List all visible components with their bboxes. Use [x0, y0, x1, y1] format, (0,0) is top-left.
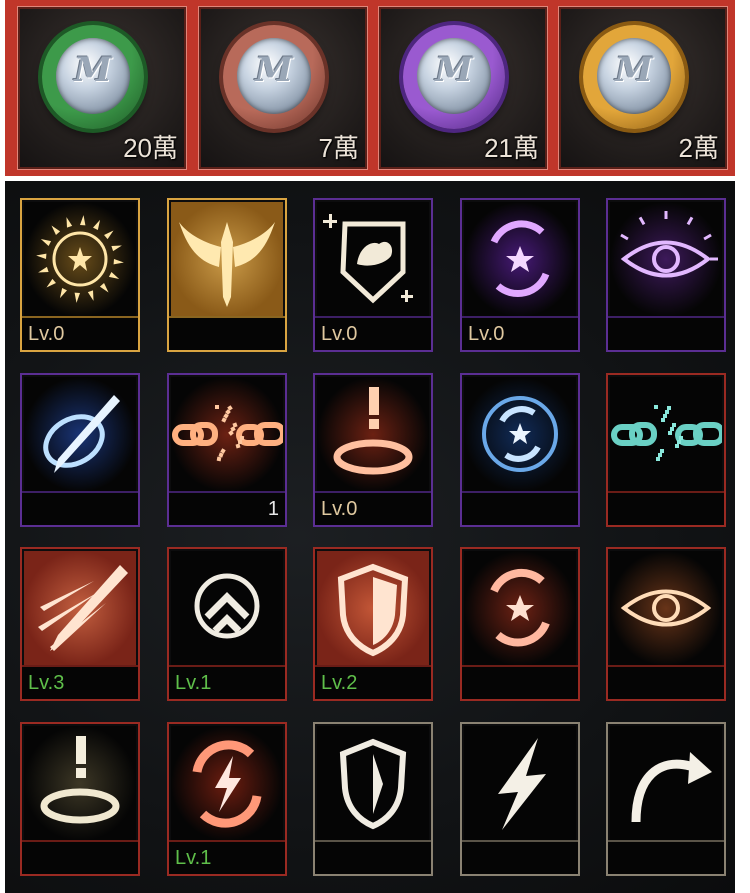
- skill-slot[interactable]: [313, 722, 433, 876]
- skill-slot[interactable]: [460, 547, 580, 701]
- curved-arrow-icon: [610, 726, 722, 841]
- skill-slot[interactable]: [606, 547, 726, 701]
- purple-eye-icon: [610, 202, 722, 317]
- chevron-up-circle-icon: [171, 551, 283, 666]
- currency-amount: 20萬: [123, 133, 178, 163]
- blue-sword-swirl-icon: [24, 377, 136, 492]
- skill-level: Lv.0: [321, 323, 358, 345]
- skill-label-bar: [608, 491, 724, 525]
- skill-slot[interactable]: Lv.1: [167, 547, 287, 701]
- skill-slot[interactable]: [460, 722, 580, 876]
- skill-count: 1: [267, 498, 279, 520]
- skill-level: Lv.2: [321, 672, 358, 694]
- skill-label-bar: Lv.0: [462, 316, 578, 350]
- skill-slot[interactable]: [606, 722, 726, 876]
- skill-label-bar: [169, 316, 285, 350]
- skill-slot[interactable]: Lv.0: [313, 198, 433, 352]
- copper-coin-icon: M: [223, 25, 325, 129]
- white-shield-icon: [317, 726, 429, 841]
- skill-slot[interactable]: [460, 373, 580, 527]
- skill-label-bar: Lv.2: [315, 665, 431, 699]
- skill-panel: Lv.0 Lv.0 Lv.0 1 Lv.0 Lv.3 Lv.1 Lv.2 Lv.1: [5, 181, 735, 893]
- green-coin-icon: M: [42, 25, 144, 129]
- lightning-cycle-icon: [171, 726, 283, 841]
- lightning-bolt-icon: [464, 726, 576, 841]
- blue-star-gear-icon: [464, 377, 576, 492]
- skill-slot[interactable]: Lv.0: [460, 198, 580, 352]
- skill-label-bar: Lv.1: [169, 840, 285, 874]
- currency-slot-copper[interactable]: M 7萬: [198, 6, 368, 170]
- skill-slot[interactable]: Lv.1: [167, 722, 287, 876]
- skill-label-bar: Lv.0: [22, 316, 138, 350]
- broken-chain-teal-icon: [610, 377, 722, 492]
- currency-slot-green[interactable]: M 20萬: [17, 6, 187, 170]
- triple-sword-icon: [24, 551, 136, 666]
- skill-label-bar: [462, 840, 578, 874]
- currency-slot-gold[interactable]: M 2萬: [558, 6, 728, 170]
- skill-slot[interactable]: [167, 198, 287, 352]
- purple-coin-icon: M: [403, 25, 505, 129]
- currency-amount: 2萬: [678, 133, 719, 163]
- skill-level: Lv.0: [321, 498, 358, 520]
- skill-label-bar: [315, 840, 431, 874]
- skill-slot[interactable]: Lv.3: [20, 547, 140, 701]
- purple-star-cycle-icon: [464, 202, 576, 317]
- orange-eye-icon: [610, 551, 722, 666]
- skill-label-bar: 1: [169, 491, 285, 525]
- winged-sword-icon: [171, 202, 283, 317]
- skill-level: Lv.3: [28, 672, 65, 694]
- skill-label-bar: Lv.0: [315, 316, 431, 350]
- skill-label-bar: [608, 840, 724, 874]
- currency-bar: M 20萬 M 7萬 M 21萬 M 2萬: [5, 0, 735, 176]
- skill-label-bar: Lv.3: [22, 665, 138, 699]
- skill-slot[interactable]: Lv.0: [313, 373, 433, 527]
- skill-slot[interactable]: Lv.2: [313, 547, 433, 701]
- red-star-cycle-icon: [464, 551, 576, 666]
- skill-level: Lv.1: [175, 847, 212, 869]
- sword-ring-red-icon: [317, 377, 429, 492]
- skill-slot[interactable]: Lv.0: [20, 198, 140, 352]
- broken-chain-red-icon: [171, 377, 283, 492]
- skill-label-bar: [22, 840, 138, 874]
- skill-slot[interactable]: [606, 198, 726, 352]
- skill-label-bar: [462, 491, 578, 525]
- skill-label-bar: [608, 665, 724, 699]
- skill-level: Lv.0: [28, 323, 65, 345]
- skill-label-bar: Lv.1: [169, 665, 285, 699]
- skill-level: Lv.0: [468, 323, 505, 345]
- currency-slot-purple[interactable]: M 21萬: [378, 6, 548, 170]
- currency-amount: 21萬: [484, 133, 539, 163]
- skill-slot[interactable]: [20, 722, 140, 876]
- skill-label-bar: [22, 491, 138, 525]
- sword-ring-white-icon: [24, 726, 136, 841]
- skill-label-bar: [462, 665, 578, 699]
- skill-slot[interactable]: 1: [167, 373, 287, 527]
- skill-label-bar: [608, 316, 724, 350]
- split-shield-icon: [317, 551, 429, 666]
- skill-level: Lv.1: [175, 672, 212, 694]
- skill-slot[interactable]: [20, 373, 140, 527]
- muscle-shield-icon: [317, 202, 429, 317]
- gold-coin-icon: M: [583, 25, 685, 129]
- skill-slot[interactable]: [606, 373, 726, 527]
- skill-label-bar: Lv.0: [315, 491, 431, 525]
- currency-amount: 7萬: [318, 133, 359, 163]
- sun-star-icon: [24, 202, 136, 317]
